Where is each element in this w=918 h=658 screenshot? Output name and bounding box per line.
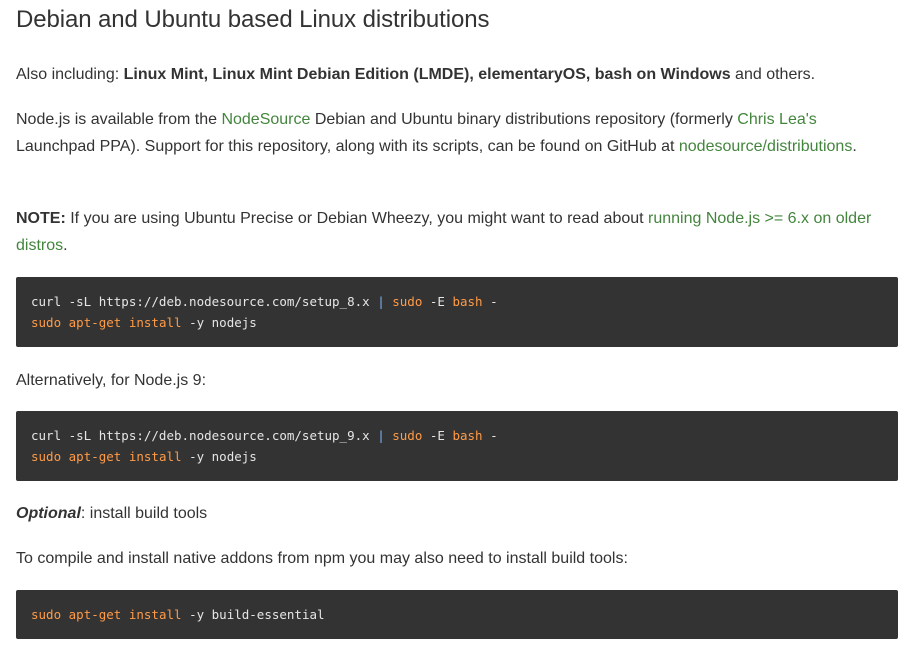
optional-label: Optional [16, 505, 81, 522]
compile-paragraph: To compile and install native addons fro… [16, 550, 628, 567]
code-line: curl -sL https://deb.nodesource.com/setu… [31, 294, 498, 309]
code-block-build-tools[interactable]: sudo apt-get install -y build-essential [16, 590, 898, 639]
also-suffix: and others. [730, 66, 816, 83]
note-end: . [63, 237, 68, 254]
intro-text-4: . [852, 138, 857, 155]
chris-lea-link[interactable]: Chris Lea's [737, 111, 817, 128]
code-line: sudo apt-get install -y build-essential [31, 607, 325, 622]
distros-list: Linux Mint, Linux Mint Debian Edition (L… [123, 66, 731, 83]
intro-text-1: Node.js is available from the [16, 111, 222, 128]
code-line: sudo apt-get install -y nodejs [31, 315, 257, 330]
note-label: NOTE: [16, 210, 66, 227]
intro-text-2: Debian and Ubuntu binary distributions r… [310, 111, 738, 128]
intro-paragraph: Node.js is available from the NodeSource… [16, 106, 892, 160]
optional-paragraph: Optional: install build tools [16, 500, 892, 527]
nodesource-distributions-link[interactable]: nodesource/distributions [679, 138, 852, 155]
nodesource-link[interactable]: NodeSource [221, 111, 310, 128]
intro-text-3: Launchpad PPA). Support for this reposit… [16, 138, 679, 155]
also-including-paragraph: Also including: Linux Mint, Linux Mint D… [16, 61, 892, 88]
also-prefix: Also including: [16, 66, 124, 83]
alternatively-paragraph: Alternatively, for Node.js 9: [16, 372, 207, 389]
page-title: Debian and Ubuntu based Linux distributi… [16, 6, 490, 33]
code-block-node9[interactable]: curl -sL https://deb.nodesource.com/setu… [16, 411, 898, 481]
note-paragraph: NOTE: If you are using Ubuntu Precise or… [16, 205, 892, 259]
code-block-node8[interactable]: curl -sL https://deb.nodesource.com/setu… [16, 277, 898, 347]
note-text: If you are using Ubuntu Precise or Debia… [65, 210, 649, 227]
optional-text: : install build tools [80, 505, 208, 522]
code-line: curl -sL https://deb.nodesource.com/setu… [31, 428, 498, 443]
code-line: sudo apt-get install -y nodejs [31, 449, 257, 464]
